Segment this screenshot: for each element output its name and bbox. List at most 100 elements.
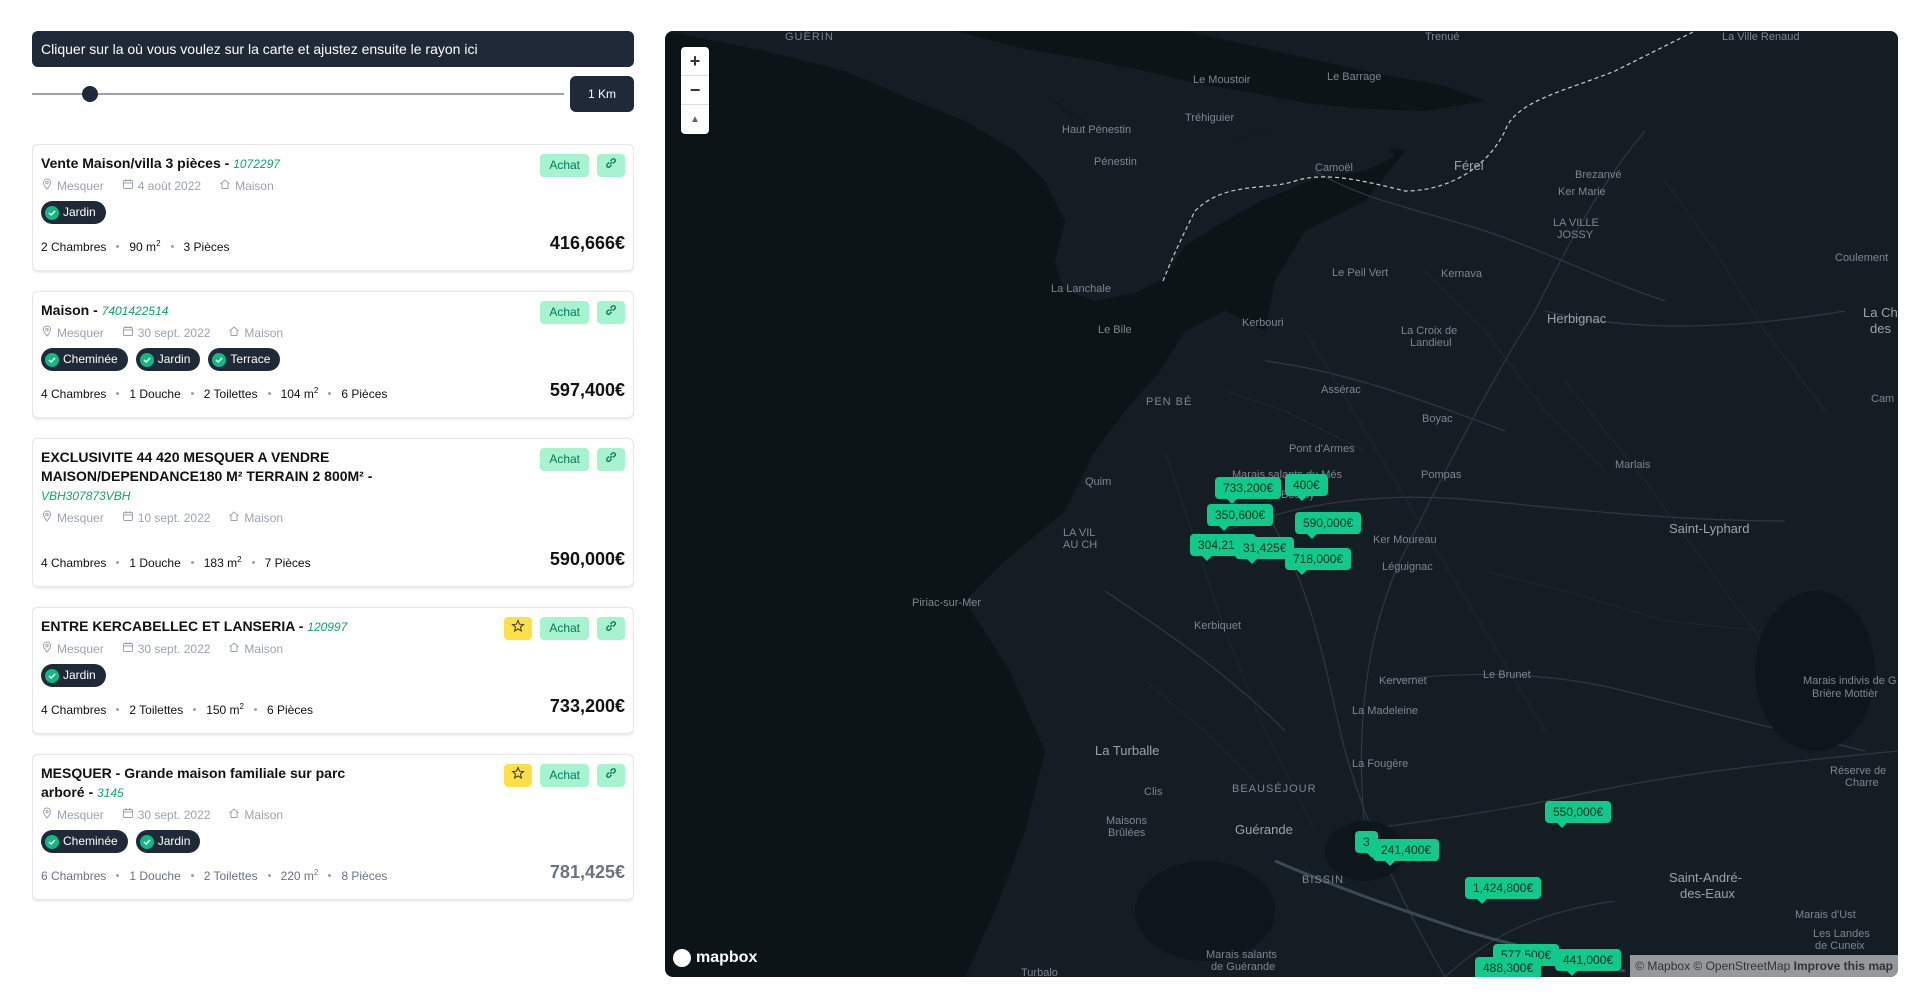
spec-item: 183 m2 (203, 555, 242, 570)
map-place-label: La Madeleine (1352, 705, 1419, 717)
improve-map-link[interactable]: Improve this map (1794, 959, 1893, 973)
feature-tag: Cheminée (41, 348, 128, 371)
favorite-star-button[interactable] (504, 764, 533, 787)
spec-separator (328, 874, 332, 877)
zoom-in-button[interactable]: + (681, 47, 709, 76)
calendar-icon (122, 325, 134, 340)
listing-title[interactable]: ENTRE KERCABELLEC ET LANSERIA - 120997 (41, 617, 381, 637)
transaction-type-badge: Achat (540, 301, 589, 324)
calendar-icon (122, 178, 134, 193)
price-marker[interactable]: 441,000€ (1555, 949, 1622, 976)
listing-card[interactable]: Maison - 7401422514 Achat Mesquer 30 sep… (32, 291, 634, 418)
price-marker[interactable]: 241,400€ (1373, 839, 1440, 866)
open-link-button[interactable] (597, 154, 625, 177)
spec-separator (267, 392, 271, 395)
map-place-label: Saint-André- (1669, 870, 1742, 885)
listing-date: 4 août 2022 (137, 178, 202, 193)
feature-tag-label: Jardin (157, 352, 191, 366)
price-marker[interactable]: 400€ (1285, 474, 1328, 501)
map-place-label: Clis (1144, 786, 1163, 798)
map-place-label: Le Moustoir (1193, 74, 1251, 86)
spec-separator (116, 245, 120, 248)
price-marker[interactable]: 1,424,800€ (1465, 877, 1542, 904)
listing-specs: 4 Chambres 1 Douche 183 m2 7 Pièces (41, 555, 625, 586)
feature-tags: Cheminée Jardin Terrace (41, 348, 625, 372)
listing-city: Mesquer (57, 178, 104, 193)
search-panel: Cliquer sur la où vous voulez sur la car… (32, 31, 634, 939)
radius-control: 1 Km (32, 76, 634, 112)
price-marker[interactable]: 488,300€ (1475, 957, 1542, 977)
spec-separator (254, 708, 257, 711)
listing-card[interactable]: ENTRE KERCABELLEC ET LANSERIA - 120997 A… (32, 607, 634, 734)
listing-title[interactable]: EXCLUSIVITE 44 420 MESQUER A VENDRE MAIS… (41, 448, 381, 506)
listing-city: Mesquer (57, 641, 104, 656)
price-marker[interactable]: 733,200€ (1215, 477, 1282, 504)
check-icon (139, 834, 154, 849)
price-marker[interactable]: 718,000€ (1285, 548, 1352, 575)
listing-city: Mesquer (57, 325, 104, 340)
listing-date: 30 sept. 2022 (137, 641, 211, 656)
listing-card[interactable]: MESQUER - Grande maison familiale sur pa… (32, 754, 634, 900)
map-place-label: Trenué (1425, 31, 1460, 43)
feature-tag: Jardin (41, 664, 106, 687)
open-link-button[interactable] (597, 448, 625, 471)
spec-separator (190, 392, 194, 395)
price-marker[interactable]: 590,000€ (1295, 512, 1362, 539)
listing-title[interactable]: MESQUER - Grande maison familiale sur pa… (41, 764, 381, 803)
mapbox-logo-text: mapbox (696, 949, 758, 966)
favorite-star-button[interactable] (504, 617, 533, 640)
feature-tag-label: Terrace (230, 352, 271, 366)
map[interactable]: + − ▲ GUÉRIN Trenué La Ville Renaud Le Mous… (665, 31, 1898, 977)
calendar-icon (122, 807, 134, 822)
map-place-label: La Croix de (1401, 325, 1458, 337)
spec-item: 90 m2 (129, 239, 161, 254)
radius-slider-track[interactable] (32, 93, 564, 95)
open-link-button[interactable] (597, 764, 625, 787)
calendar-icon (122, 510, 134, 525)
map-hint-bar: Cliquer sur la où vous voulez sur la car… (32, 31, 634, 67)
feature-tag: Cheminée (41, 830, 128, 853)
map-place-label: Kerbouri (1242, 317, 1284, 329)
spec-item: 2 Toilettes (203, 386, 258, 401)
listing-specs: 2 Chambres 90 m2 3 Pièces (41, 239, 625, 270)
open-link-button[interactable] (597, 617, 625, 640)
zoom-out-button[interactable]: − (681, 76, 709, 105)
map-place-label: Maisons (1106, 815, 1147, 827)
listing-title[interactable]: Maison - 7401422514 (41, 301, 381, 321)
listing-card[interactable]: Vente Maison/villa 3 pièces - 1072297 Ac… (32, 144, 634, 271)
link-icon (604, 619, 618, 638)
mapbox-logo[interactable]: mapbox (673, 949, 757, 967)
house-icon (228, 325, 240, 340)
link-icon (604, 450, 618, 469)
listing-meta: Mesquer 30 sept. 2022 Maison (41, 807, 625, 822)
location-pin-icon (41, 325, 53, 340)
listing-card[interactable]: EXCLUSIVITE 44 420 MESQUER A VENDRE MAIS… (32, 438, 634, 587)
radius-slider-thumb[interactable] (82, 86, 98, 102)
map-place-label: Pont d'Armes (1289, 443, 1355, 455)
house-icon (219, 178, 231, 193)
price-marker[interactable]: 350,600€ (1207, 504, 1274, 531)
map-place-label: BEAUSÉJOUR (1232, 783, 1317, 795)
open-link-button[interactable] (597, 301, 625, 324)
spec-item: 8 Pièces (341, 868, 388, 883)
spec-separator (193, 708, 197, 711)
feature-tags: Jardin (41, 201, 625, 225)
map-place-label: Marais salants (1206, 949, 1277, 961)
compass-button[interactable]: ▲ (681, 105, 709, 134)
map-place-label: Coulement (1835, 252, 1889, 264)
spec-item: 7 Pièces (264, 555, 311, 570)
attribution-text[interactable]: © Mapbox © OpenStreetMap (1635, 959, 1790, 973)
map-place-label: GUÉRIN (785, 31, 834, 43)
price-marker[interactable]: 550,000€ (1545, 801, 1612, 828)
listing-title[interactable]: Vente Maison/villa 3 pièces - 1072297 (41, 154, 381, 174)
check-icon (212, 352, 227, 367)
map-place-label: Ker Moureau (1373, 534, 1437, 546)
map-place-label: Landieul (1410, 337, 1452, 349)
radius-value-button[interactable]: 1 Km (570, 76, 634, 112)
map-place-label: JOSSY (1557, 229, 1594, 241)
map-place-label: La Fougère (1352, 758, 1409, 770)
listing-property-type: Maison (235, 178, 274, 193)
house-icon (228, 510, 240, 525)
listing-meta: Mesquer 10 sept. 2022 Maison (41, 510, 625, 525)
map-place-label: Le Brunet (1483, 669, 1531, 681)
